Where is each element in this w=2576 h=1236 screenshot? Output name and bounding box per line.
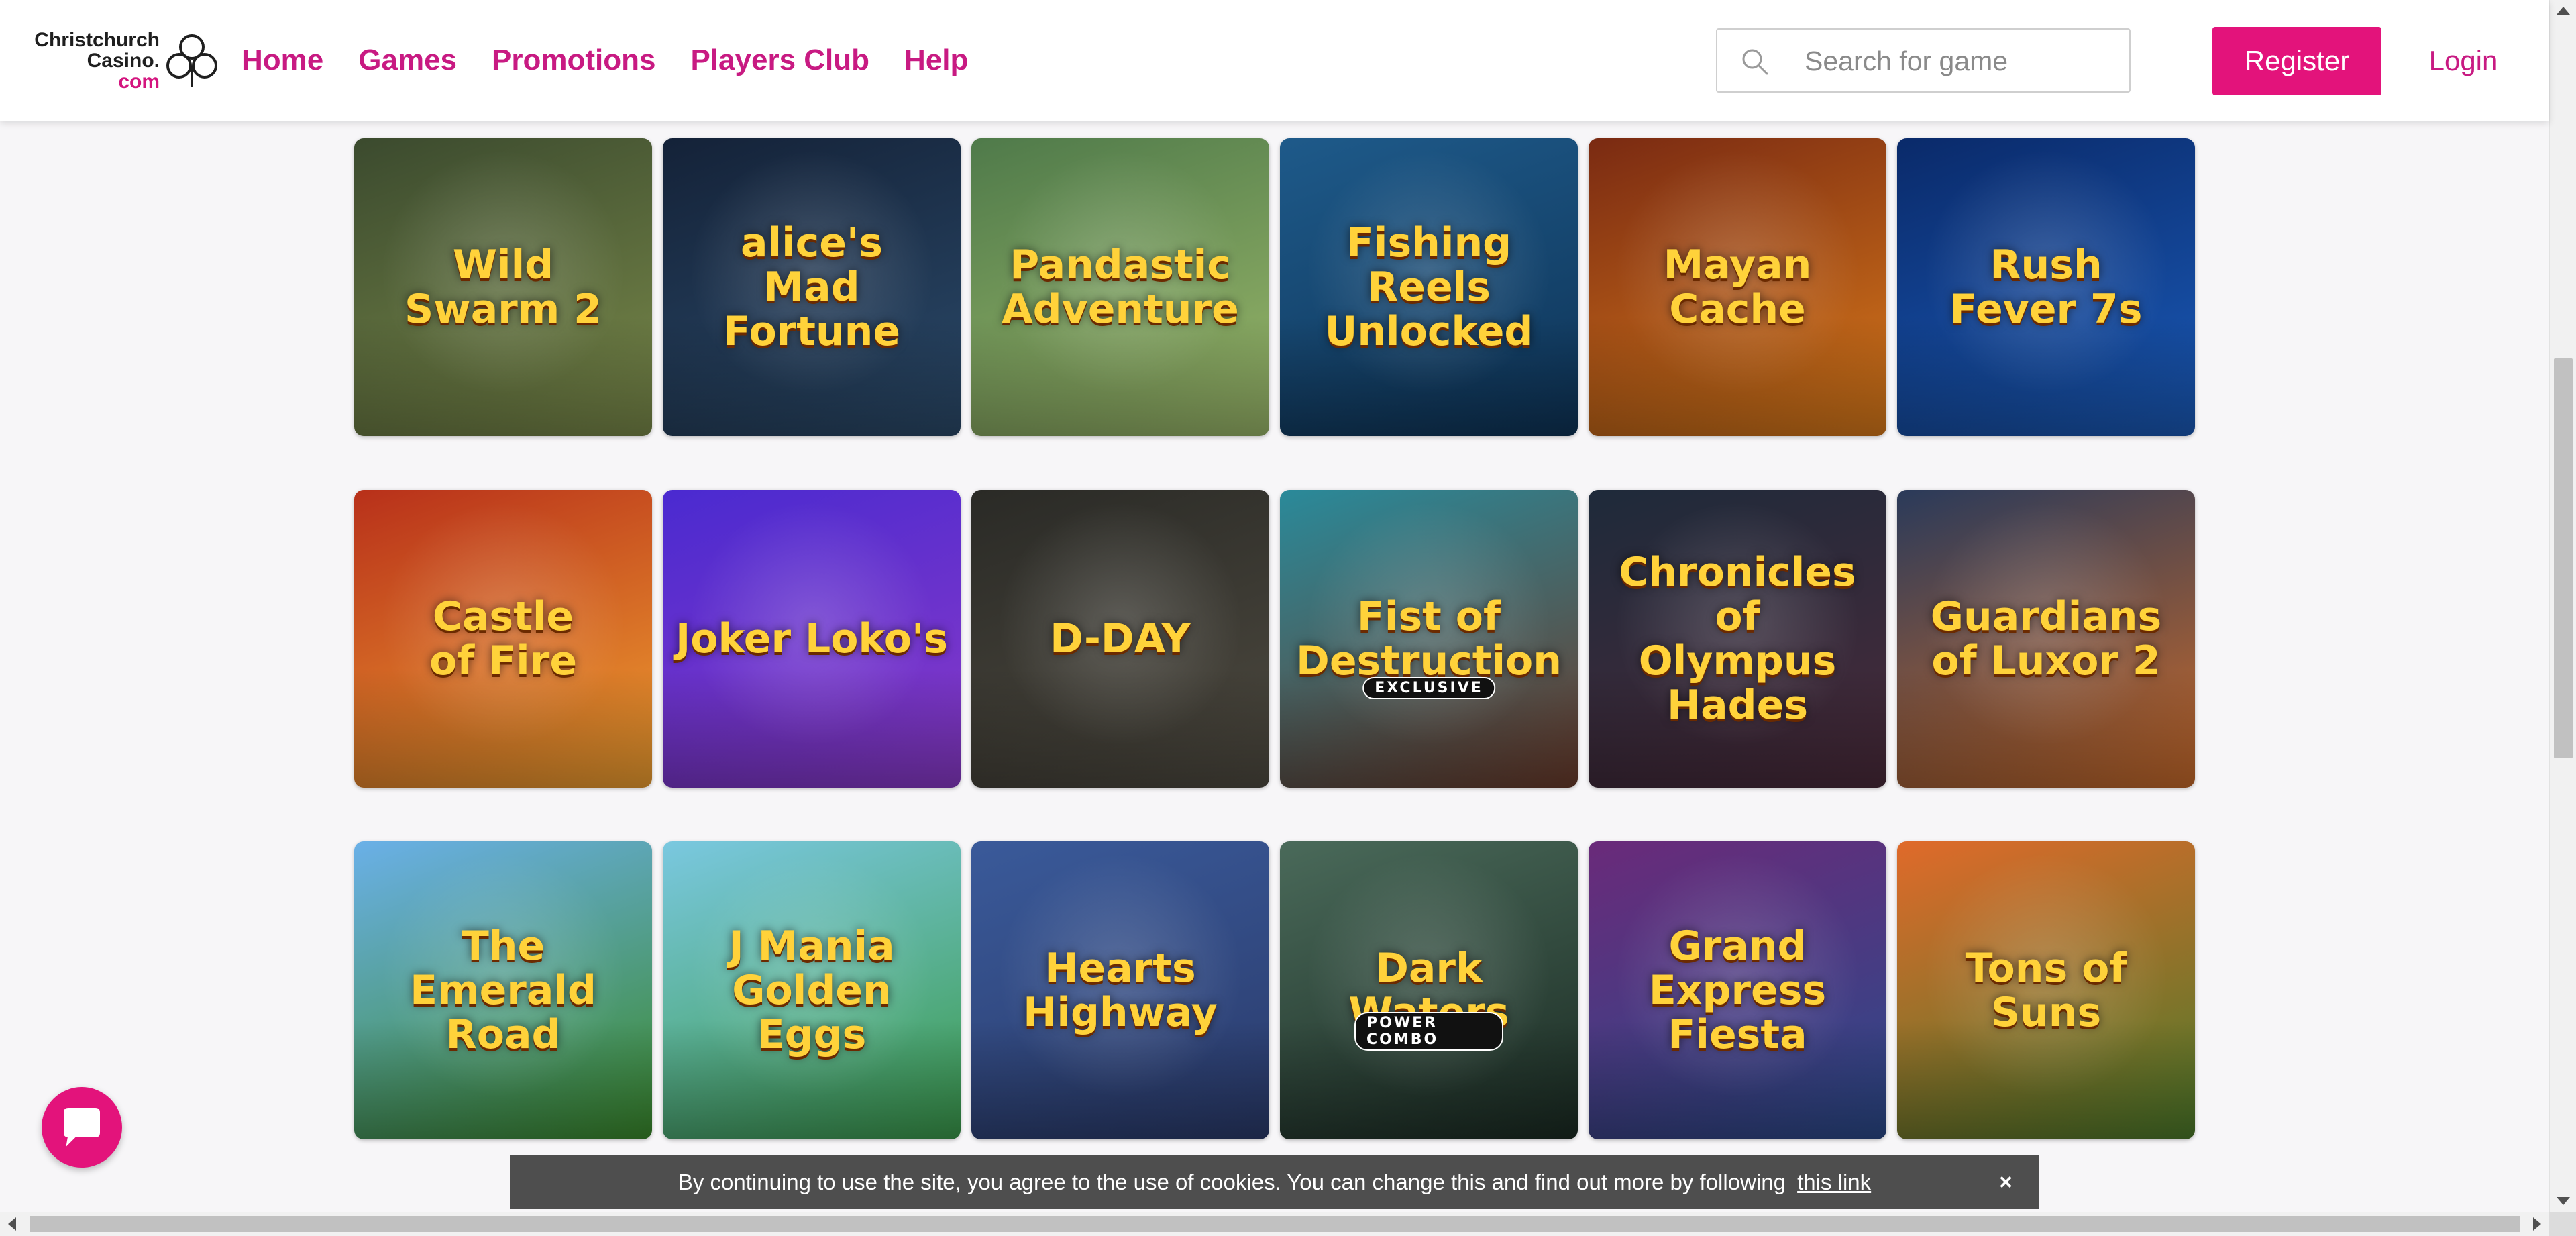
game-title: Castle of Fire bbox=[429, 593, 578, 684]
site-logo[interactable]: Christchurch Casino. com bbox=[25, 28, 220, 93]
game-tile[interactable]: Fist of Destruction EXCLUSIVE bbox=[1280, 490, 1578, 788]
game-title: J Mania Golden Eggs bbox=[729, 923, 895, 1058]
game-title: Hearts Highway bbox=[1023, 945, 1218, 1036]
game-title: Joker Loko's bbox=[675, 615, 949, 662]
game-title: Wild Swarm 2 bbox=[405, 242, 602, 333]
scroll-right-arrow-icon[interactable] bbox=[2533, 1217, 2541, 1231]
game-title: Fishing Reels Unlocked bbox=[1324, 219, 1534, 355]
game-tile[interactable]: Wild Swarm 2 bbox=[354, 138, 652, 436]
game-title: Fist of Destruction bbox=[1296, 593, 1562, 684]
game-grid: Wild Swarm 2 alice's Mad Fortune Pandastic… bbox=[354, 138, 2195, 1139]
game-tile[interactable]: The Emerald Road bbox=[354, 841, 652, 1139]
scroll-left-arrow-icon[interactable] bbox=[8, 1217, 16, 1231]
game-title: The Emerald Road bbox=[410, 923, 596, 1058]
game-tile[interactable]: Grand Express Fiesta bbox=[1589, 841, 1886, 1139]
chat-button[interactable] bbox=[42, 1087, 122, 1168]
game-tile[interactable]: Mayan Cache bbox=[1589, 138, 1886, 436]
game-title: Pandastic Adventure bbox=[1002, 242, 1239, 333]
game-tile[interactable]: alice's Mad Fortune bbox=[663, 138, 961, 436]
nav-home[interactable]: Home bbox=[241, 39, 323, 82]
game-tile[interactable]: Pandastic Adventure bbox=[971, 138, 1269, 436]
game-title: Grand Express Fiesta bbox=[1648, 923, 1827, 1058]
scroll-up-arrow-icon[interactable] bbox=[2557, 7, 2570, 15]
cookie-text: By continuing to use the site, you agree… bbox=[678, 1170, 1786, 1194]
logo-wordmark: Christchurch Casino. com bbox=[25, 30, 160, 92]
game-tile[interactable]: Rush Fever 7s bbox=[1897, 138, 2195, 436]
logo-line-2: Casino. bbox=[87, 50, 160, 72]
game-tile[interactable]: Castle of Fire bbox=[354, 490, 652, 788]
search-box[interactable] bbox=[1716, 28, 2131, 93]
horizontal-scrollbar[interactable] bbox=[0, 1212, 2549, 1236]
site-header: Christchurch Casino. com Home Games Prom… bbox=[0, 0, 2549, 121]
search-icon bbox=[1742, 49, 1768, 75]
logo-line-1: Christchurch bbox=[34, 29, 160, 51]
vertical-scrollbar[interactable] bbox=[2549, 0, 2576, 1212]
clover-icon bbox=[166, 34, 217, 87]
game-title: alice's Mad Fortune bbox=[722, 219, 901, 355]
nav-promotions[interactable]: Promotions bbox=[492, 39, 655, 82]
game-tile[interactable]: Fishing Reels Unlocked bbox=[1280, 138, 1578, 436]
cookie-close-button[interactable]: × bbox=[1999, 1155, 2012, 1209]
game-title: D-DAY bbox=[1050, 615, 1191, 662]
game-title: Guardians of Luxor 2 bbox=[1930, 593, 2162, 684]
game-tile[interactable]: Chronicles of Olympus Hades bbox=[1589, 490, 1886, 788]
login-button[interactable]: Login bbox=[2415, 27, 2512, 95]
register-button[interactable]: Register bbox=[2212, 27, 2381, 95]
scroll-down-arrow-icon[interactable] bbox=[2557, 1197, 2570, 1205]
cookie-banner: By continuing to use the site, you agree… bbox=[510, 1155, 2039, 1209]
game-tile[interactable]: Joker Loko's bbox=[663, 490, 961, 788]
main-nav: Home Games Promotions Players Club Help bbox=[241, 39, 968, 82]
game-title: Tons of Suns bbox=[1965, 945, 2127, 1036]
game-tag: EXCLUSIVE bbox=[1362, 677, 1495, 699]
game-tile[interactable]: Tons of Suns bbox=[1897, 841, 2195, 1139]
nav-players-club[interactable]: Players Club bbox=[690, 39, 869, 82]
scrollbar-corner bbox=[2549, 1212, 2576, 1236]
game-title: Rush Fever 7s bbox=[1949, 242, 2143, 333]
game-tile[interactable]: Guardians of Luxor 2 bbox=[1897, 490, 2195, 788]
game-tag: POWER COMBO bbox=[1354, 1012, 1503, 1051]
nav-help[interactable]: Help bbox=[904, 39, 968, 82]
game-tile[interactable]: Dark WatersPOWER COMBO bbox=[1280, 841, 1578, 1139]
horizontal-scroll-thumb[interactable] bbox=[30, 1216, 2520, 1232]
game-title: Chronicles of Olympus Hades bbox=[1619, 549, 1856, 729]
game-title: Mayan Cache bbox=[1663, 242, 1812, 333]
vertical-scroll-thumb[interactable] bbox=[2554, 358, 2573, 758]
chat-icon bbox=[64, 1108, 100, 1147]
game-tile[interactable]: Hearts Highway bbox=[971, 841, 1269, 1139]
search-input[interactable] bbox=[1803, 42, 2114, 81]
game-tile[interactable]: J Mania Golden Eggs bbox=[663, 841, 961, 1139]
logo-line-3: com bbox=[118, 70, 160, 93]
nav-games[interactable]: Games bbox=[358, 39, 457, 82]
game-tile[interactable]: D-DAY bbox=[971, 490, 1269, 788]
cookie-link[interactable]: this link bbox=[1797, 1170, 1871, 1194]
